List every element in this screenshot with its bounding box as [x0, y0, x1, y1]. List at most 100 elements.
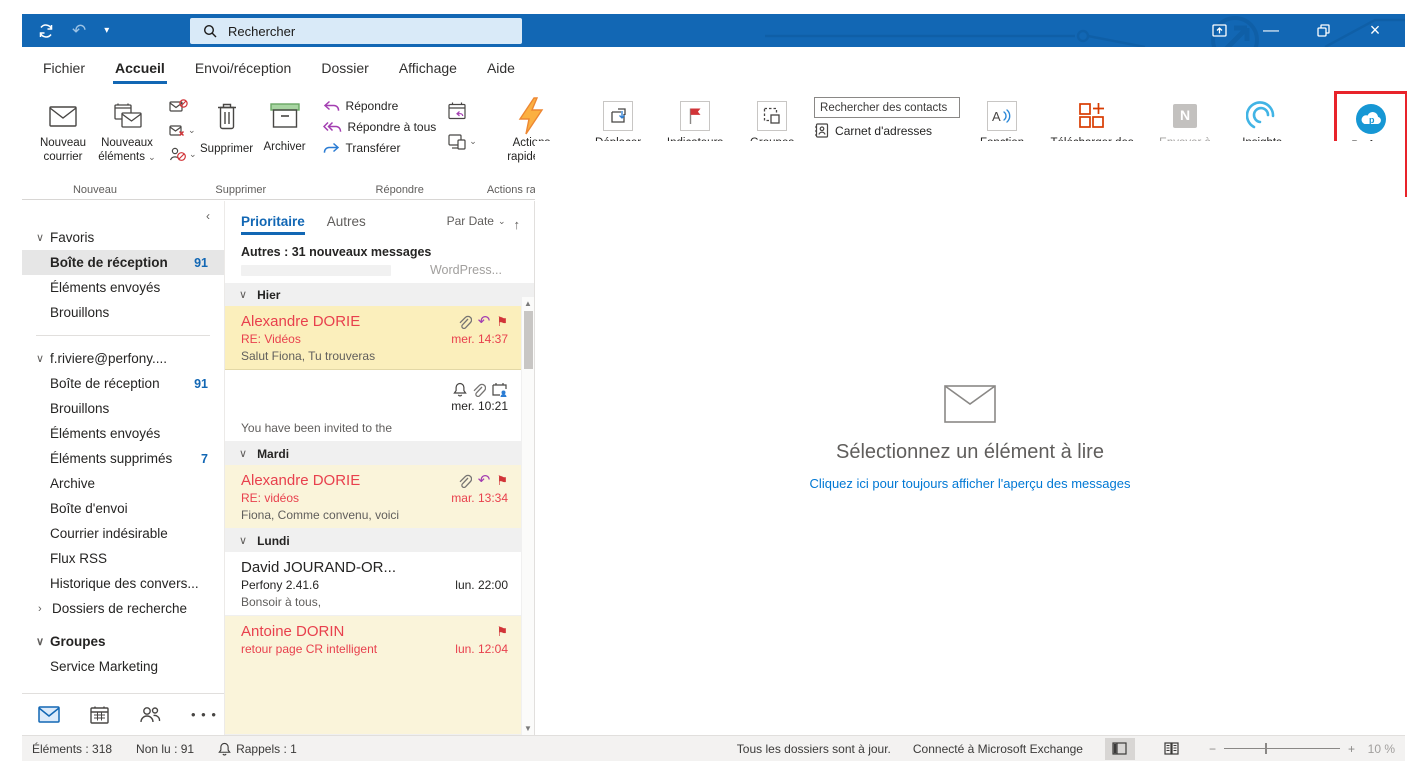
move-icon: [603, 101, 633, 131]
search-input[interactable]: Rechercher: [190, 18, 522, 44]
undo-icon[interactable]: ↶: [72, 22, 86, 39]
date-group-lundi[interactable]: ∨ Lundi: [225, 529, 534, 552]
groups-header[interactable]: ∨ Groupes: [22, 629, 224, 654]
close-icon[interactable]: ×: [1349, 14, 1401, 47]
insights-icon: [1246, 96, 1278, 136]
other-messages-banner[interactable]: Autres : 31 nouveaux messages WordPress.…: [225, 237, 534, 283]
message-list: Prioritaire Autres Par Date ⌄ ↑ Autres :…: [225, 201, 535, 735]
quick-access-toolbar: ↶ ▾: [22, 22, 109, 39]
reply-button[interactable]: Répondre: [323, 99, 437, 113]
search-icon: [203, 24, 217, 38]
redacted-sender: [241, 265, 391, 276]
sidebar-item-archive[interactable]: Archive: [22, 471, 224, 496]
sidebar-item-junk[interactable]: Courrier indésirable: [22, 521, 224, 546]
message-row[interactable]: mer. 10:21 You have been invited to the: [225, 370, 534, 442]
chevron-down-icon: ⌄: [189, 150, 197, 159]
share-to-device-button[interactable]: ⌄: [448, 133, 477, 150]
list-scrollbar[interactable]: ▲ ▼: [521, 297, 534, 735]
cleanup-button[interactable]: ⌄: [169, 122, 197, 139]
scroll-up-icon[interactable]: ▲: [524, 299, 532, 308]
fullscreen-icon[interactable]: [1193, 14, 1245, 47]
minimize-icon[interactable]: —: [1245, 14, 1297, 47]
sort-dropdown[interactable]: Par Date ⌄: [447, 214, 506, 234]
new-items-button[interactable]: Nouveaux éléments ⌄: [95, 93, 159, 165]
forward-button[interactable]: Transférer: [323, 141, 437, 155]
sidebar-item-drafts-fav[interactable]: Brouillons: [22, 300, 224, 325]
reminders-status[interactable]: Rappels : 1: [218, 742, 297, 756]
addins-icon: [1077, 96, 1107, 136]
meeting-reply-button[interactable]: [448, 102, 477, 119]
address-book-button[interactable]: Carnet d'adresses: [814, 123, 960, 138]
junk-button[interactable]: ⌄: [169, 146, 197, 163]
message-row[interactable]: David JOURAND-OR... Perfony 2.41.6 lun. …: [225, 552, 534, 616]
tab-fichier[interactable]: Fichier: [28, 47, 100, 88]
always-show-preview-link[interactable]: Cliquez ici pour toujours afficher l'ape…: [810, 476, 1131, 491]
sidebar-item-service-marketing[interactable]: Service Marketing: [22, 654, 224, 679]
sidebar-item-inbox[interactable]: Boîte de réception 91: [22, 371, 224, 396]
svg-text:p: p: [1369, 115, 1375, 125]
people-module-icon[interactable]: [139, 706, 161, 723]
reply-all-button[interactable]: Répondre à tous: [323, 120, 437, 134]
folders-sync-status: Tous les dossiers sont à jour.: [737, 742, 891, 756]
delete-button[interactable]: Supprimer: [197, 93, 257, 156]
normal-view-icon[interactable]: [1105, 738, 1135, 760]
sidebar-item-drafts[interactable]: Brouillons: [22, 396, 224, 421]
tab-affichage[interactable]: Affichage: [384, 47, 472, 88]
scrollbar-thumb[interactable]: [524, 311, 533, 369]
sidebar-item-inbox-fav[interactable]: Boîte de réception 91: [22, 250, 224, 275]
chevron-down-icon: ∨: [36, 231, 50, 244]
sidebar-item-sent-fav[interactable]: Éléments envoyés: [22, 275, 224, 300]
outlook-window: ↶ ▾ Rechercher — × Fichier: [22, 14, 1405, 761]
flag-icon[interactable]: ⚑: [496, 625, 508, 638]
message-row[interactable]: Alexandre DORIE ↶ ⚑ RE: vidéos mar. 13:3…: [225, 465, 534, 529]
unread-count-status: Non lu : 91: [136, 742, 194, 756]
search-contacts-input[interactable]: Rechercher des contacts: [814, 97, 960, 118]
sidebar-item-search-folders[interactable]: › Dossiers de recherche: [22, 596, 224, 621]
inbox-tabs: Prioritaire Autres Par Date ⌄ ↑: [225, 201, 534, 237]
flag-icon[interactable]: ⚑: [496, 315, 508, 328]
tab-prioritaire[interactable]: Prioritaire: [241, 214, 305, 235]
account-header[interactable]: ∨ f.riviere@perfony....: [22, 346, 224, 371]
send-receive-icon[interactable]: [38, 23, 54, 39]
zoom-in-button[interactable]: +: [1348, 742, 1355, 756]
scroll-down-icon[interactable]: ▼: [524, 724, 532, 733]
zoom-percentage[interactable]: 10 %: [1363, 742, 1395, 756]
groups-icon: [757, 101, 787, 131]
lightning-icon: [518, 96, 544, 136]
sidebar-item-sent[interactable]: Éléments envoyés: [22, 421, 224, 446]
more-modules-icon[interactable]: • • •: [191, 707, 217, 722]
tab-dossier[interactable]: Dossier: [306, 47, 383, 88]
sidebar-item-rss[interactable]: Flux RSS: [22, 546, 224, 571]
zoom-out-button[interactable]: −: [1209, 742, 1216, 756]
flag-icon[interactable]: ⚑: [496, 474, 508, 487]
sort-direction-icon[interactable]: ↑: [514, 217, 521, 232]
group-label-nouveau: Nouveau: [73, 180, 117, 199]
sidebar-item-deleted[interactable]: Éléments supprimés 7: [22, 446, 224, 471]
archive-button[interactable]: Archiver: [257, 93, 313, 154]
ignore-button[interactable]: [169, 98, 197, 115]
sidebar-item-outbox[interactable]: Boîte d'envoi: [22, 496, 224, 521]
customize-qat-caret-icon[interactable]: ▾: [104, 25, 109, 36]
mail-module-icon[interactable]: [38, 706, 60, 723]
message-row[interactable]: Alexandre DORIE ↶ ⚑ RE: Vidéos mer. 14:3…: [225, 306, 534, 370]
forward-icon: [323, 142, 340, 155]
tab-accueil[interactable]: Accueil: [100, 47, 180, 88]
restore-icon[interactable]: [1297, 14, 1349, 47]
zoom-slider[interactable]: [1224, 748, 1340, 749]
tab-envoi-reception[interactable]: Envoi/réception: [180, 47, 307, 88]
banner-preview: WordPress...: [430, 263, 518, 277]
zoom-slider-thumb[interactable]: [1265, 743, 1267, 754]
calendar-envelope-icon: [112, 96, 142, 136]
tab-aide[interactable]: Aide: [472, 47, 530, 88]
calendar-module-icon[interactable]: [90, 706, 109, 724]
item-count: 7: [201, 452, 224, 466]
sidebar-item-conversation-history[interactable]: Historique des convers...: [22, 571, 224, 596]
tab-autres[interactable]: Autres: [327, 214, 366, 235]
date-group-mardi[interactable]: ∨ Mardi: [225, 442, 534, 465]
collapse-folder-pane-icon[interactable]: ‹: [22, 201, 224, 225]
new-mail-button[interactable]: Nouveau courrier: [31, 93, 95, 165]
date-group-hier[interactable]: ∨ Hier: [225, 283, 534, 306]
favorites-header[interactable]: ∨ Favoris: [22, 225, 224, 250]
reading-view-icon[interactable]: [1157, 738, 1187, 760]
message-row[interactable]: Antoine DORIN ⚑ retour page CR intellige…: [225, 616, 534, 735]
